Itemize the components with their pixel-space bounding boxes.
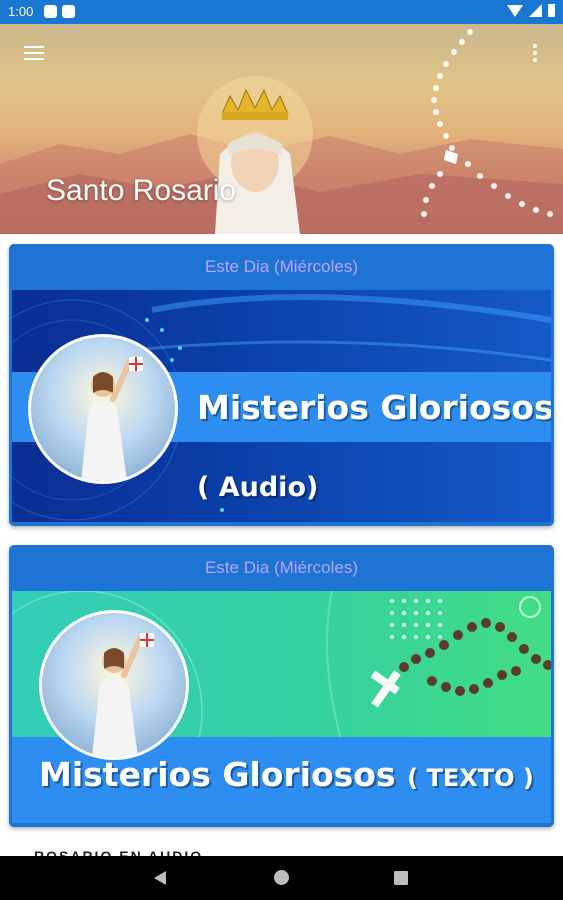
more-vert-icon (533, 44, 537, 48)
card-audio[interactable]: Este Dia (Miércoles) Misterios Gloriosos… (9, 244, 554, 526)
system-icons (507, 4, 555, 17)
menu-button[interactable] (22, 42, 46, 62)
wifi-icon (507, 4, 523, 17)
banner-title-main: Misterios Gloriosos (39, 755, 396, 794)
status-time: 1:00 (8, 4, 34, 19)
battery-icon (548, 4, 555, 17)
page-title: Santo Rosario (46, 174, 237, 207)
system-nav-bar (0, 856, 563, 900)
banner-title: Misterios Gloriosos (197, 388, 551, 427)
menu-icon (24, 46, 44, 48)
banner-audio[interactable]: Misterios Gloriosos ( Audio) (12, 290, 551, 522)
recents-icon[interactable] (394, 871, 408, 885)
jesus-avatar (39, 610, 189, 760)
banner-subtitle: ( TEXTO ) (407, 764, 534, 792)
banner-text[interactable]: Misterios Gloriosos ( TEXTO ) (12, 591, 551, 823)
jesus-avatar (28, 334, 178, 484)
notification-icons (44, 5, 75, 18)
card-text[interactable]: Este Dia (Miércoles) Misterios Gloriosos… (9, 545, 554, 827)
signal-icon (529, 4, 542, 17)
day-label: Este Dia (Miércoles) (204, 558, 359, 577)
app-header: Santo Rosario (0, 24, 563, 234)
notification-icon (44, 5, 57, 18)
more-options-button[interactable] (523, 42, 547, 64)
sd-card-icon (62, 5, 75, 18)
status-bar: 1:00 (0, 0, 563, 24)
banner-subtitle: ( Audio) (197, 472, 319, 503)
banner-title: Misterios Gloriosos ( TEXTO ) (39, 755, 534, 794)
back-icon[interactable] (154, 871, 166, 885)
home-icon[interactable] (274, 870, 289, 885)
day-label: Este Dia (Miércoles) (204, 257, 359, 276)
